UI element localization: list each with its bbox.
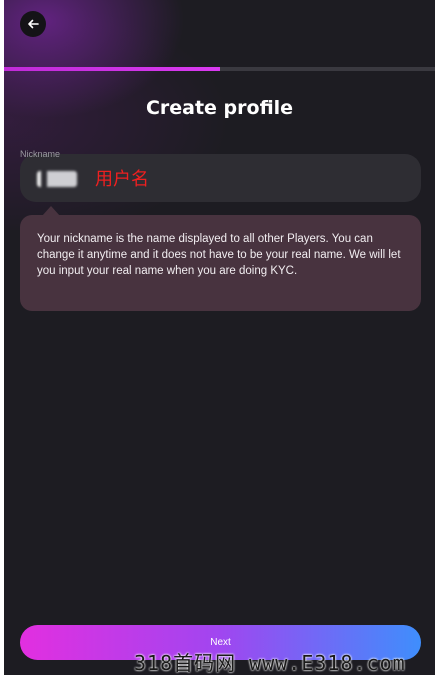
nickname-value-redacted [37,171,77,187]
nickname-info-tooltip: Your nickname is the name displayed to a… [20,215,421,311]
nickname-label: Nickname [20,149,61,159]
arrow-left-icon [28,19,39,29]
back-button[interactable] [20,11,46,37]
username-annotation: 用户名 [95,169,149,190]
page-title: Create profile [145,97,294,119]
watermark-text: 318首码网 www.E318.com [134,651,406,675]
nickname-input[interactable] [20,154,421,202]
progress-fill [4,67,220,71]
progress-bar [4,67,435,71]
tooltip-text: Your nickname is the name displayed to a… [37,233,401,277]
app-screen: Create profile Nickname 用户名 Your nicknam… [4,0,435,675]
